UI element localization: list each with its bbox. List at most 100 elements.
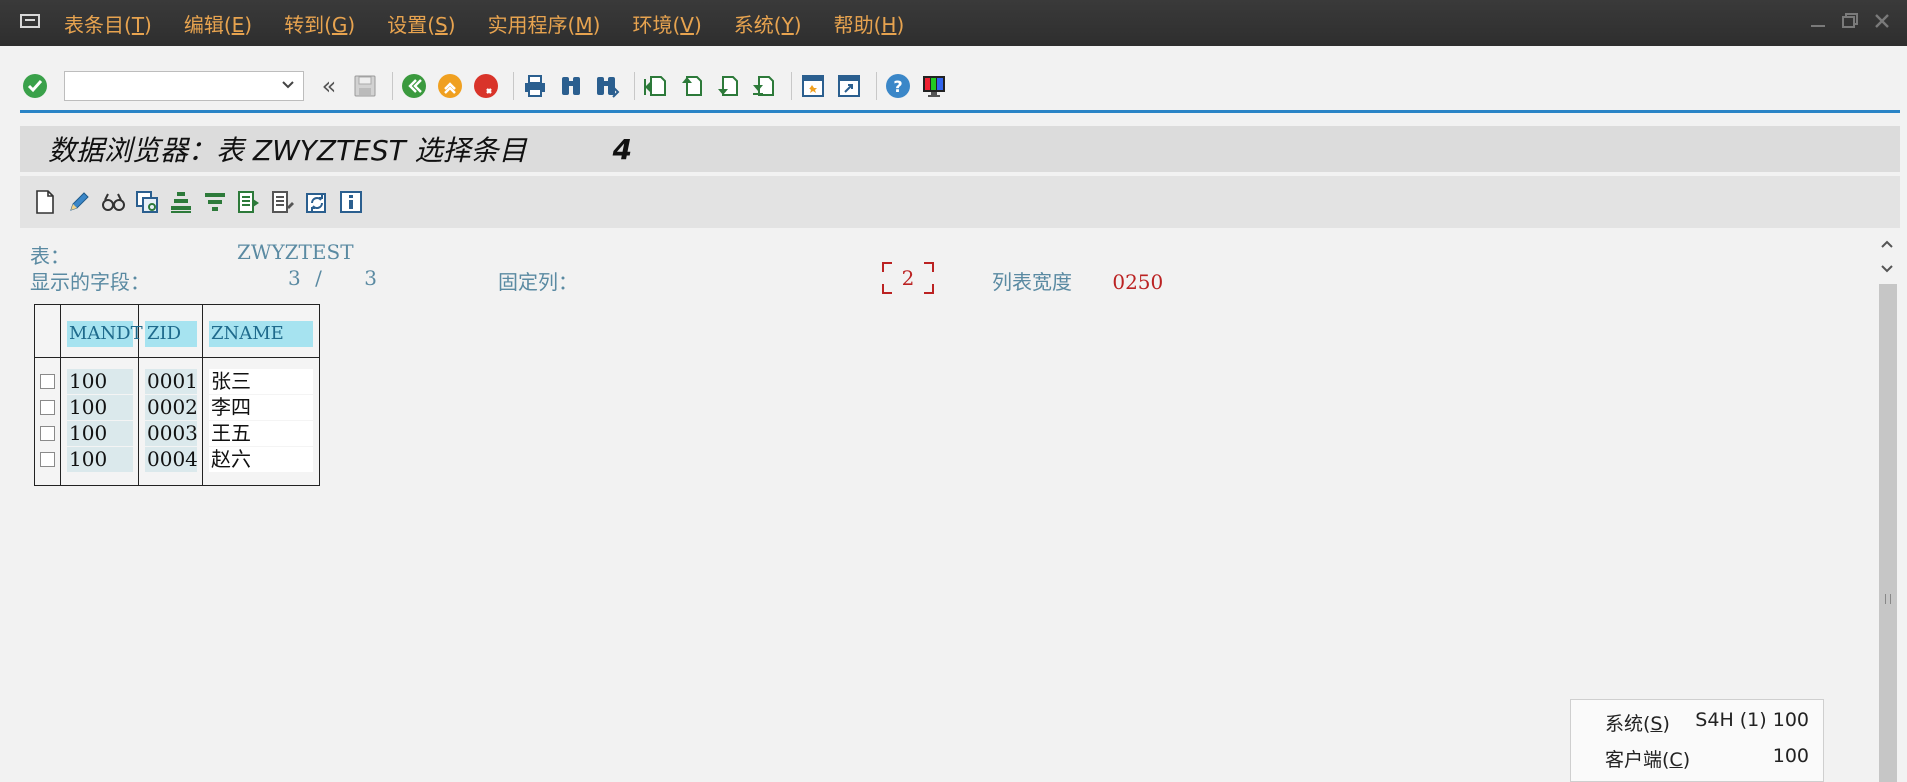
find-icon[interactable] xyxy=(556,71,586,101)
column-header-zid[interactable]: ZID xyxy=(145,321,197,347)
sort-ascending-icon[interactable] xyxy=(166,187,196,217)
filter-icon[interactable] xyxy=(200,187,230,217)
select-layout-icon[interactable] xyxy=(234,187,264,217)
displayed-fields-row: 显示的字段： xyxy=(30,266,150,295)
previous-page-icon[interactable] xyxy=(677,71,707,101)
toolbar-separator xyxy=(513,72,514,100)
scroll-up-icon[interactable] xyxy=(1878,235,1896,253)
scroll-thumb[interactable] xyxy=(1879,284,1897,782)
status-client-label[interactable]: 客户端(C) xyxy=(1605,745,1690,772)
row-select-checkbox[interactable] xyxy=(40,452,55,467)
copy-icon[interactable] xyxy=(132,187,162,217)
menu-accesskey: E xyxy=(231,12,245,37)
toolbar-separator xyxy=(634,72,635,100)
menu-settings[interactable]: 设置(S) xyxy=(387,9,455,38)
list-width-label: 列表宽度 xyxy=(992,270,1072,294)
chevron-down-icon[interactable] xyxy=(281,78,295,92)
table-name-row: 表： xyxy=(30,240,70,269)
row-select-checkbox[interactable] xyxy=(40,374,55,389)
first-page-icon[interactable] xyxy=(641,71,671,101)
cell-zid[interactable]: 0002 xyxy=(145,395,198,420)
menu-accesskey: G xyxy=(331,12,348,37)
vertical-scrollbar[interactable] xyxy=(1874,232,1900,782)
next-page-icon[interactable] xyxy=(713,71,743,101)
column-header-zname[interactable]: ZNAME xyxy=(209,321,313,347)
toolbar-separator xyxy=(791,72,792,100)
table-name-value-row: ZWYZTEST xyxy=(237,240,354,264)
enter-check-icon[interactable] xyxy=(20,71,50,101)
table-label: 表： xyxy=(30,244,70,268)
refresh-icon[interactable] xyxy=(302,187,332,217)
status-accesskey: C xyxy=(1669,749,1683,771)
cell-zname[interactable]: 李四 xyxy=(209,395,313,420)
page-title: 数据浏览器：表 ZWYZTEST 选择条目 xyxy=(48,134,527,167)
menu-help[interactable]: 帮助(H) xyxy=(834,9,905,38)
cell-zname[interactable]: 赵六 xyxy=(209,447,313,472)
status-system-label[interactable]: 系统(S) xyxy=(1605,709,1670,736)
exit-icon[interactable] xyxy=(435,71,465,101)
restore-icon[interactable] xyxy=(1839,10,1861,32)
menu-utilities[interactable]: 实用程序(M) xyxy=(488,9,601,38)
cell-zname[interactable]: 张三 xyxy=(209,369,313,394)
scroll-down-icon[interactable] xyxy=(1878,260,1896,278)
layout-icon[interactable] xyxy=(919,71,949,101)
save-icon[interactable] xyxy=(350,71,380,101)
menu-goto[interactable]: 转到(G) xyxy=(284,9,355,38)
menu-accesskey: T xyxy=(131,12,145,37)
system-menu-icon[interactable] xyxy=(20,12,42,34)
menu-paren: ) xyxy=(447,12,456,37)
menu-table-entry[interactable]: 表条目(T) xyxy=(64,9,152,38)
cancel-icon[interactable] xyxy=(471,71,501,101)
create-icon[interactable] xyxy=(30,187,60,217)
display-icon[interactable] xyxy=(98,187,128,217)
back-icon[interactable] xyxy=(399,71,429,101)
edit-icon[interactable] xyxy=(64,187,94,217)
cell-mandt[interactable]: 100 xyxy=(67,421,133,446)
status-client-row: 客户端(C) 100 xyxy=(1605,745,1809,772)
fixed-columns-input[interactable]: 2 xyxy=(882,262,934,294)
cell-zid[interactable]: 0003 xyxy=(145,421,198,446)
status-label-text: 系统( xyxy=(1605,713,1651,735)
info-icon[interactable] xyxy=(336,187,366,217)
command-input[interactable] xyxy=(71,73,275,101)
print-icon[interactable] xyxy=(520,71,550,101)
status-accesskey: S xyxy=(1650,713,1663,735)
command-field[interactable] xyxy=(64,71,304,101)
sap-window: 表条目(T) 编辑(E) 转到(G) 设置(S) 实用程序(M) 环境(V) 系… xyxy=(0,0,1907,782)
cell-zid[interactable]: 0004 xyxy=(145,447,198,472)
fields-total: 3 xyxy=(364,266,377,290)
status-paren: ) xyxy=(1662,713,1670,735)
last-page-icon[interactable] xyxy=(749,71,779,101)
close-icon[interactable] xyxy=(1871,10,1893,32)
command-collapse-button[interactable]: « xyxy=(314,71,344,101)
menu-system[interactable]: 系统(Y) xyxy=(734,9,802,38)
cell-mandt[interactable]: 100 xyxy=(67,395,133,420)
cell-mandt[interactable]: 100 xyxy=(67,447,133,472)
menu-edit[interactable]: 编辑(E) xyxy=(184,9,252,38)
change-layout-icon[interactable] xyxy=(268,187,298,217)
menu-accesskey: H xyxy=(881,12,897,37)
menu-paren: ) xyxy=(347,12,356,37)
list-width-value: 0250 xyxy=(1112,270,1164,294)
menu-paren: ) xyxy=(244,12,253,37)
help-icon[interactable]: ? xyxy=(883,71,913,101)
menu-bar: 表条目(T) 编辑(E) 转到(G) 设置(S) 实用程序(M) 环境(V) 系… xyxy=(0,0,1907,46)
column-header-mandt[interactable]: MANDT xyxy=(67,321,143,347)
shortcut-icon[interactable] xyxy=(834,71,864,101)
cell-zname[interactable]: 王五 xyxy=(209,421,313,446)
menu-environment[interactable]: 环境(V) xyxy=(632,9,701,38)
menu-paren: ) xyxy=(144,12,152,37)
title-bar: 数据浏览器：表 ZWYZTEST 选择条目 4 xyxy=(20,126,1900,172)
status-paren: ) xyxy=(1682,749,1691,771)
row-select-checkbox[interactable] xyxy=(40,400,55,415)
menu-paren: ) xyxy=(592,12,601,37)
create-session-icon[interactable] xyxy=(798,71,828,101)
scroll-grip xyxy=(1885,594,1891,604)
minimize-icon[interactable] xyxy=(1807,10,1829,32)
cell-mandt[interactable]: 100 xyxy=(67,369,133,394)
menu-accesskey: Y xyxy=(781,12,794,37)
row-select-checkbox[interactable] xyxy=(40,426,55,441)
cell-zid[interactable]: 0001 xyxy=(145,369,198,394)
find-next-icon[interactable] xyxy=(592,71,622,101)
displayed-fields-label: 显示的字段： xyxy=(30,270,150,294)
